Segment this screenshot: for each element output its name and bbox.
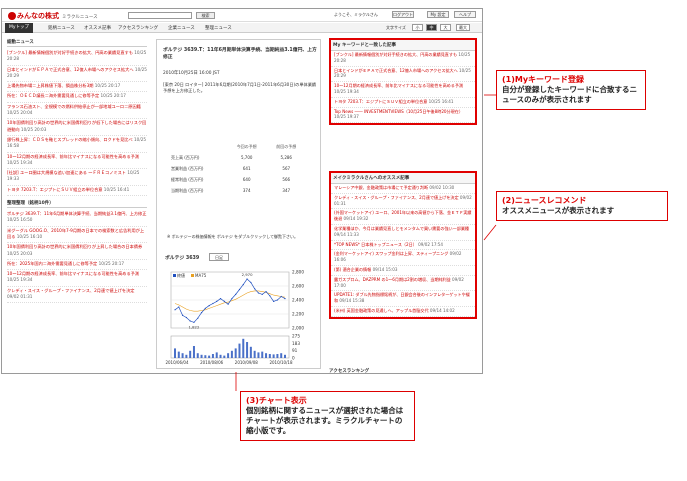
- callout-title: (2)ニュースレコメンド: [502, 196, 587, 205]
- callout-line-2: [483, 224, 497, 241]
- callout-desc: 自分が登録したキーワードに合致するニュースのみが表示されます: [502, 85, 637, 104]
- callout-title: (1)Myキーワード登録: [502, 75, 585, 84]
- callout-desc: 個別銘柄に関するニュースが選択された場合はチャートが表示されます。ミラクルチャー…: [246, 406, 404, 435]
- callout-my-keyword: (1)Myキーワード登録 自分が登録したキーワードに合致するニュースのみが表示さ…: [496, 70, 646, 110]
- callout-recommend: (2)ニュースレコメンド オススメニュースが表示されます: [496, 191, 668, 221]
- callout-chart: (3)チャート表示 個別銘柄に関するニュースが選択された場合はチャートが表示され…: [240, 391, 415, 441]
- callout-desc: オススメニュースが表示されます: [502, 206, 615, 215]
- callout-title: (3)チャート表示: [246, 396, 307, 405]
